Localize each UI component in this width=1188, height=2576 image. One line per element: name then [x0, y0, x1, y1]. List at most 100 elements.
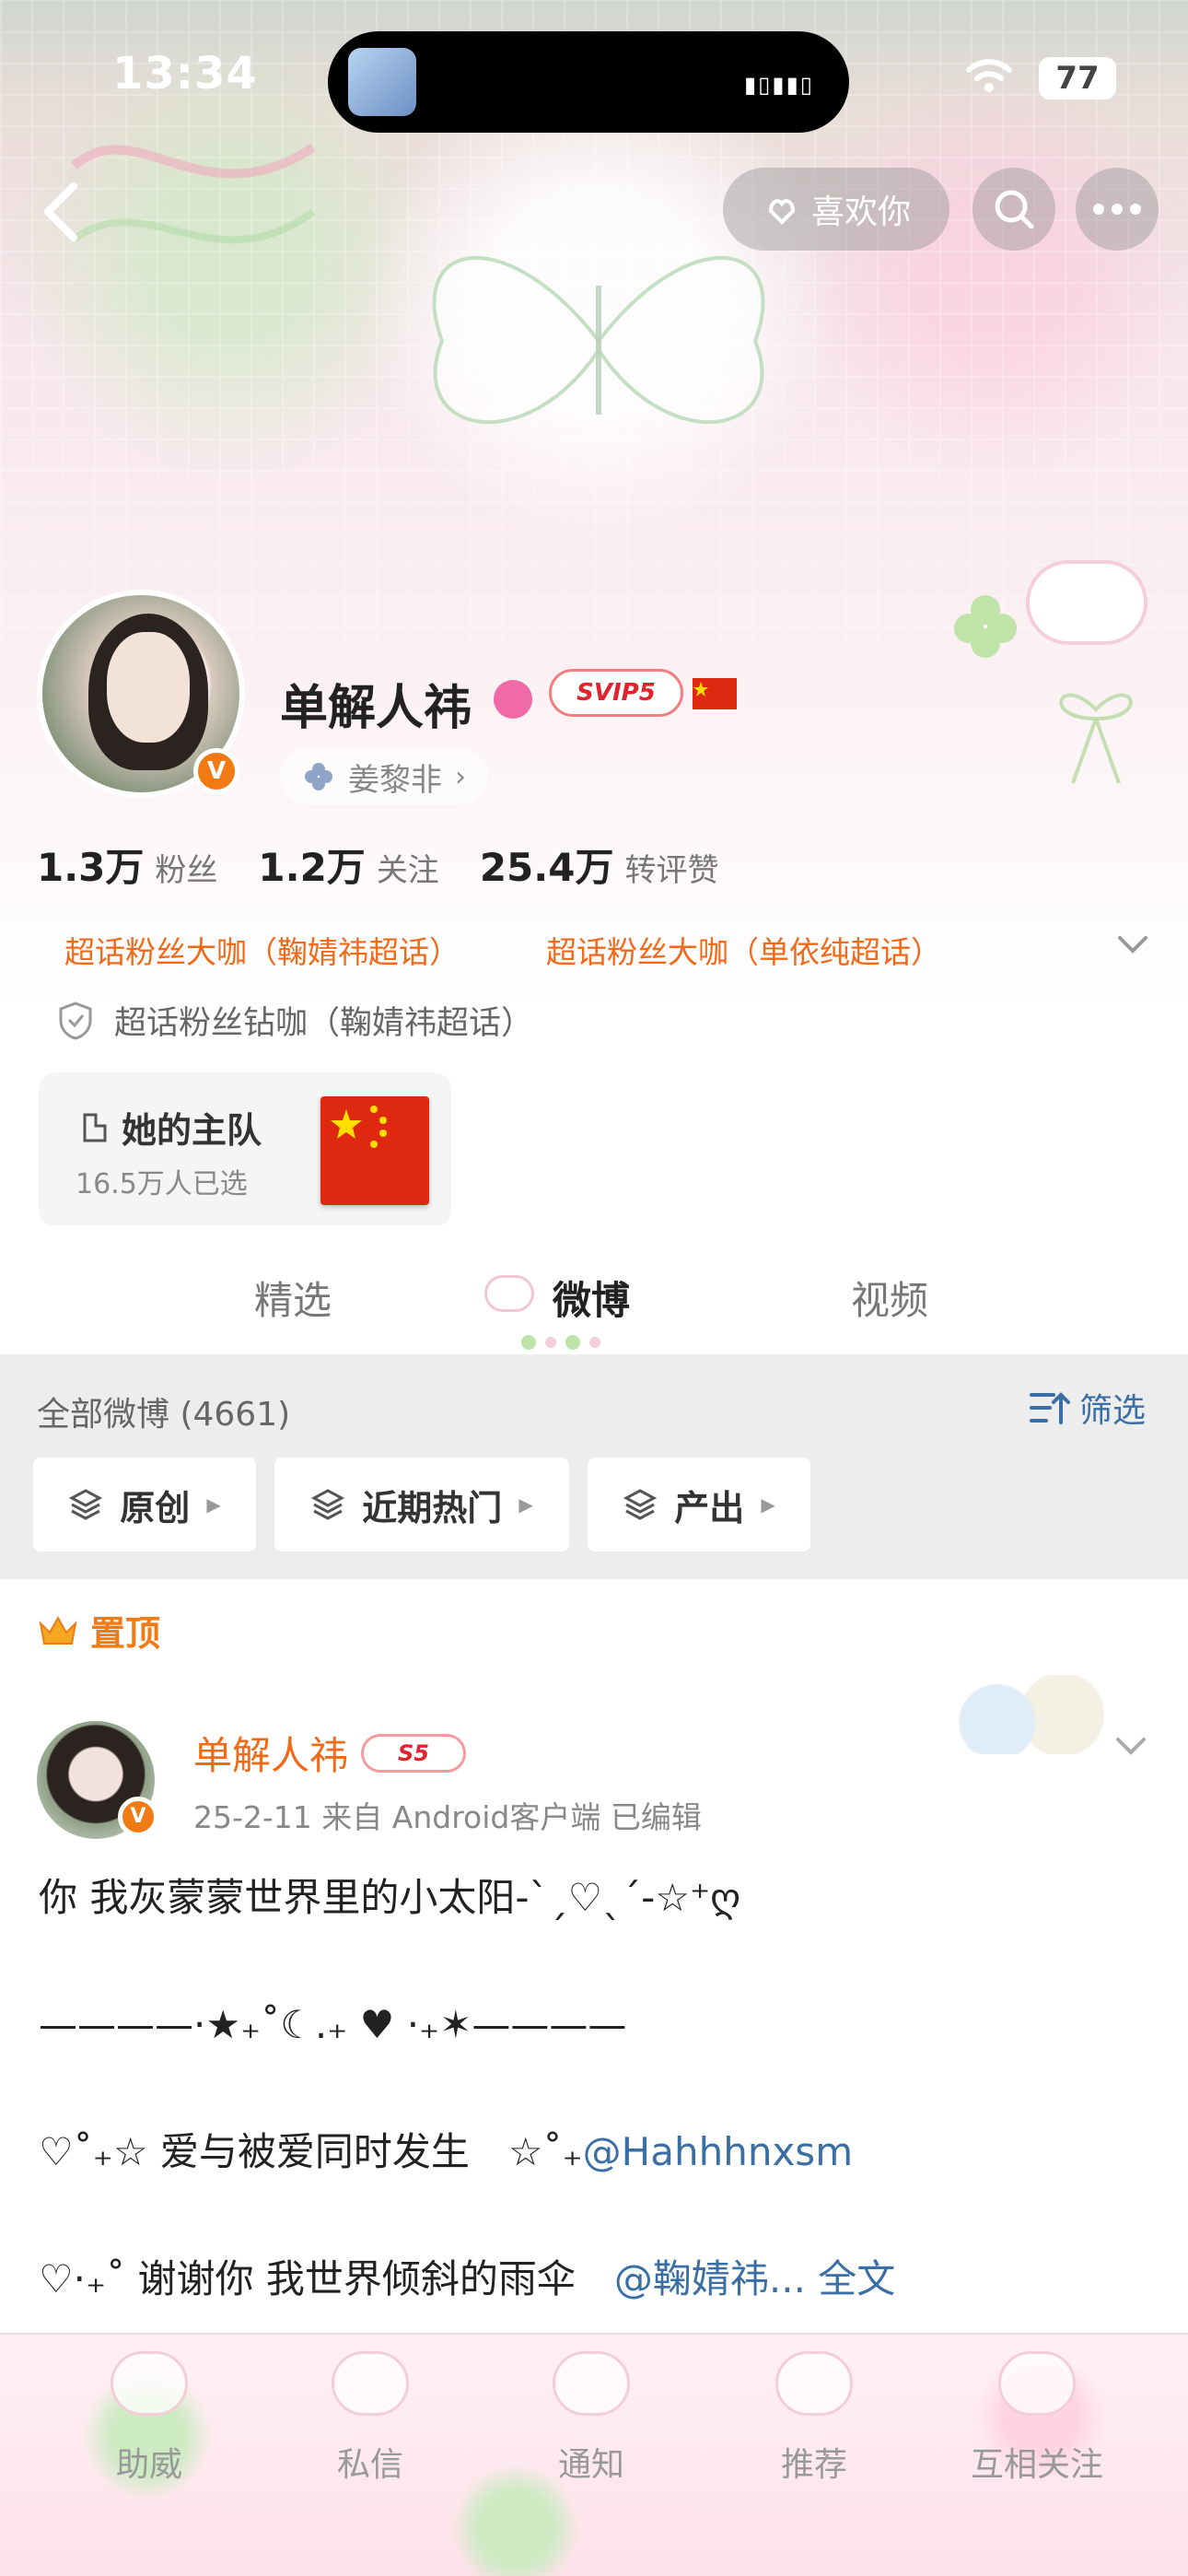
fan-pin-icon[interactable] — [494, 680, 532, 719]
stat-value: 1.2万 — [258, 845, 366, 890]
svip-badge[interactable]: SVIP5 — [549, 669, 683, 717]
crown-icon — [39, 1615, 77, 1645]
post-meta: 25-2-11 来自 Android客户端 已编辑 — [193, 1799, 702, 1835]
expand-tags-chevron-down-icon[interactable] — [1114, 931, 1151, 958]
mention-link[interactable]: @鞠婧祎... — [614, 2256, 806, 2301]
cheer-icon — [111, 2351, 188, 2416]
post-line: ♡˚₊☆ 爱与被爱同时发生 ☆˚₊@Hahhhnxsm — [39, 2121, 1153, 2184]
like-you-button[interactable]: 喜欢你 — [723, 168, 949, 251]
chip-recent-hot[interactable]: 近期热门 ▶ — [274, 1458, 569, 1551]
stat-value: 25.4万 — [479, 845, 614, 890]
wifi-icon — [966, 59, 1012, 92]
supertopic-tags: 超话粉丝大咖（鞠婧祎超话） 超话粉丝大咖（单依纯超话） — [64, 928, 1028, 972]
team-title: 她的主队 — [76, 1102, 262, 1153]
team-subtitle: 16.5万人已选 — [76, 1168, 248, 1200]
feed-filter-bar: 全部微博 (4661) 筛选 原创 ▶ 近期热门 ▶ 产出 ▶ — [0, 1354, 1188, 1579]
avatar-face — [107, 632, 190, 743]
nav-label: 私信 — [336, 2446, 403, 2484]
nav-label: 通知 — [557, 2446, 624, 2484]
post-line: 你 我灰蒙蒙世界里的小太阳-ˋˏ♡ˎˊ-☆⁺ღ — [39, 1875, 741, 1920]
search-icon — [995, 190, 1034, 229]
dynamic-island[interactable]: ▮▯▮▮▯ — [328, 31, 849, 133]
linked-account-chip[interactable]: 姜黎非 › — [280, 748, 488, 805]
stat-likes[interactable]: 25.4万 转评赞 — [480, 837, 719, 893]
tab-featured[interactable]: 精选 — [254, 1270, 332, 1326]
chip-label: 原创 — [120, 1487, 191, 1528]
nav-cheer[interactable]: 助威 — [57, 2335, 241, 2519]
audio-wave-icon: ▮▯▮▮▯ — [743, 72, 814, 98]
verified-badge-icon: V — [193, 748, 239, 794]
layers-icon — [311, 1489, 345, 1520]
post-text: ♡·₊˚ 谢谢你 我世界倾斜的雨伞 — [39, 2256, 614, 2301]
fan-level-row[interactable]: 超话粉丝钻咖（鞠婧祎超话） — [57, 997, 533, 1044]
more-icon — [1093, 204, 1141, 215]
message-icon — [332, 2351, 409, 2416]
chip-label: 近期热门 — [362, 1487, 503, 1528]
nav-notifications[interactable]: 通知 — [499, 2335, 683, 2519]
supertopic-tag[interactable]: 超话粉丝大咖（单依纯超话） — [546, 934, 941, 970]
bell-icon — [553, 2351, 630, 2416]
post-author-name[interactable]: 单解人祎 — [193, 1725, 348, 1781]
back-button[interactable] — [33, 175, 107, 249]
mutual-follow-icon — [998, 2351, 1076, 2416]
chip-label: 产出 — [674, 1487, 745, 1528]
filter-icon — [1030, 1392, 1070, 1424]
filter-button[interactable]: 筛选 — [1030, 1384, 1146, 1432]
post-author-row: 单解人祎 S5 — [193, 1725, 467, 1781]
clover-icon — [305, 763, 332, 790]
search-button[interactable] — [973, 168, 1055, 251]
caret-right-icon: ▶ — [518, 1493, 533, 1516]
battery-indicator: 77 — [1039, 57, 1116, 100]
supertopic-tag[interactable]: 超话粉丝大咖（鞠婧祎超话） — [64, 934, 460, 970]
profile-stats: 1.3万 粉丝 1.2万 关注 25.4万 转评赞 — [37, 837, 718, 893]
layers-icon — [623, 1489, 658, 1520]
clock: 13:34 — [112, 48, 258, 100]
tab-videos[interactable]: 视频 — [851, 1270, 928, 1326]
china-flag-image — [320, 1096, 429, 1205]
verified-badge-icon: V — [118, 1797, 158, 1837]
nav-label: 助威 — [115, 2446, 182, 2484]
post-options-chevron-down-icon[interactable] — [1112, 1732, 1149, 1760]
caret-right-icon: ▶ — [761, 1493, 775, 1516]
profile-name: 单解人祎 — [280, 681, 472, 736]
stat-following[interactable]: 1.2万 关注 — [258, 837, 438, 893]
stat-label: 转评赞 — [624, 852, 719, 889]
home-team-card[interactable]: 她的主队 16.5万人已选 — [39, 1072, 451, 1227]
stat-label: 关注 — [376, 852, 439, 889]
chevron-right-icon: › — [455, 760, 466, 793]
caret-right-icon: ▶ — [206, 1493, 221, 1516]
stat-value: 1.3万 — [37, 845, 145, 890]
bottom-nav: 助威 私信 通知 推荐 互相关注 — [0, 2333, 1188, 2576]
nav-mutual-follow[interactable]: 互相关注 — [945, 2335, 1129, 2519]
full-text-link[interactable]: 全文 — [818, 2256, 895, 2301]
tab-active-indicator — [521, 1334, 604, 1351]
chip-original[interactable]: 原创 ▶ — [33, 1458, 256, 1551]
nav-label: 互相关注 — [970, 2446, 1103, 2484]
cloud-pet-decoration — [1030, 564, 1144, 641]
clover-decoration — [954, 595, 1017, 658]
linked-account-name: 姜黎非 — [348, 761, 442, 799]
profile-tabs: 精选 微博 视频 — [0, 1225, 1188, 1354]
level-badge[interactable]: S5 — [361, 1733, 467, 1773]
post-text: ♡˚₊☆ 爱与被爱同时发生 ☆˚₊ — [39, 2129, 583, 2174]
stat-followers[interactable]: 1.3万 粉丝 — [37, 837, 217, 893]
more-button[interactable] — [1076, 168, 1159, 251]
nav-recommend[interactable]: 推荐 — [722, 2335, 906, 2519]
recommend-icon — [775, 2351, 853, 2416]
like-you-label: 喜欢你 — [810, 193, 911, 231]
mention-link[interactable]: @Hahhhnxsm — [583, 2129, 853, 2174]
post-card-decoration — [949, 1675, 1111, 1754]
chevron-left-icon — [44, 182, 77, 241]
tab-weibo[interactable]: 微博 — [553, 1270, 630, 1326]
shield-icon — [59, 1001, 92, 1040]
post-line: ♡·₊˚ 谢谢你 我世界倾斜的雨伞 @鞠婧祎... 全文 — [39, 2248, 1153, 2311]
bow-decoration — [1059, 693, 1133, 784]
team-title-text: 她的主队 — [122, 1110, 262, 1151]
team-icon — [83, 1113, 107, 1142]
nav-messages[interactable]: 私信 — [278, 2335, 462, 2519]
pinned-label: 置顶 — [90, 1613, 161, 1654]
post-body[interactable]: 你 我灰蒙蒙世界里的小太阳-ˋˏ♡ˎˊ-☆⁺ღ ————·★₊˚☾.₊ ♥ ·₊… — [39, 1867, 1153, 2311]
chip-output[interactable]: 产出 ▶ — [588, 1458, 810, 1551]
nav-label: 推荐 — [780, 2446, 847, 2484]
pinned-label-row: 置顶 — [37, 1605, 160, 1656]
